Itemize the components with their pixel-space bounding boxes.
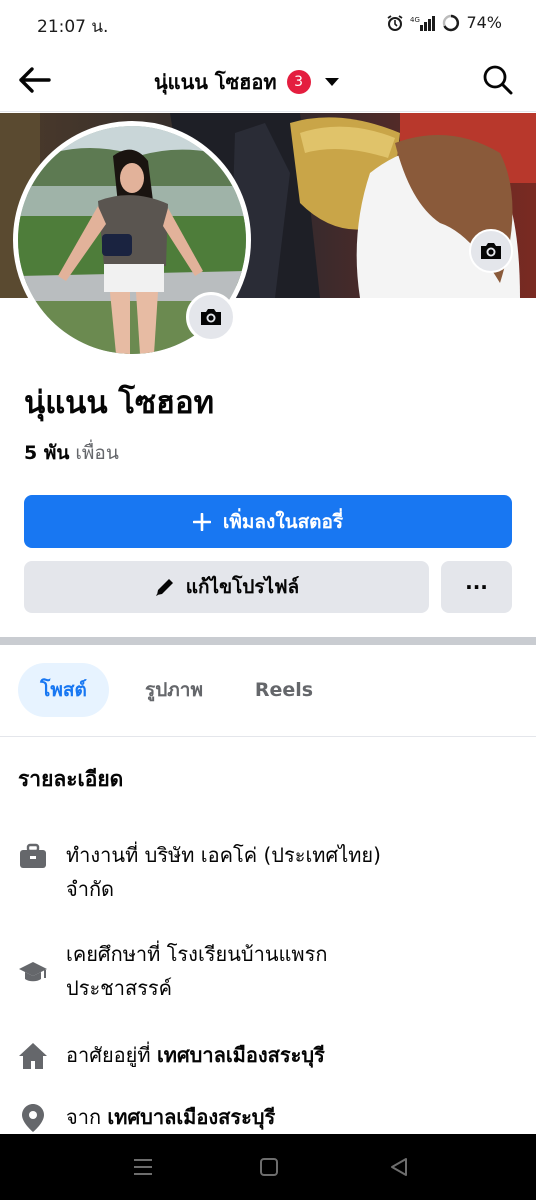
detail-education-line2: ประชาสรรค์	[66, 976, 173, 1000]
more-options-button[interactable]: ···	[441, 561, 512, 613]
profile-switcher[interactable]: นุ่แนน โซฮอท 3	[154, 66, 339, 98]
recent-apps-icon[interactable]	[130, 1154, 156, 1180]
detail-lives-in-text: อาศัยอยู่ที่ เทศบาลเมืองสระบุรี	[66, 1038, 325, 1072]
friends-label: เพื่อน	[75, 442, 119, 464]
top-app-bar: นุ่แนน โซฮอท 3	[0, 48, 536, 112]
add-to-story-button[interactable]: เพิ่มลงในสตอรี่	[24, 495, 512, 548]
alarm-icon	[386, 14, 404, 32]
search-icon	[483, 65, 513, 95]
detail-lives-prefix: อาศัยอยู่ที่	[66, 1043, 151, 1067]
battery-ring-icon	[442, 14, 460, 32]
detail-lives-place-link[interactable]: เทศบาลเมืองสระบุรี	[157, 1043, 325, 1067]
notification-badge: 3	[286, 70, 311, 94]
graduation-cap-icon	[19, 962, 47, 982]
detail-work-line1: ทำงานที่ บริษัท เอคโค่ (ประเทศไทย)	[66, 843, 381, 867]
status-bar: 21:07 น. 4G 74%	[0, 0, 536, 48]
camera-icon	[481, 243, 501, 259]
detail-lives-in: อาศัยอยู่ที่ เทศบาลเมืองสระบุรี	[18, 1038, 518, 1072]
header-title: นุ่แนน โซฮอท	[154, 70, 277, 94]
svg-text:4G: 4G	[410, 16, 420, 24]
chevron-down-icon	[324, 78, 339, 86]
tab-photos-label: รูปภาพ	[145, 679, 203, 701]
back-arrow-icon	[19, 67, 51, 93]
profile-name: นุ่แนน โซฮอท	[24, 385, 215, 421]
camera-icon	[201, 309, 221, 325]
detail-education: เคยศึกษาที่ โรงเรียนบ้านแพรก ประชาสรรค์	[18, 937, 518, 1005]
friends-count: 5 พัน	[24, 442, 70, 464]
detail-work: ทำงานที่ บริษัท เอคโค่ (ประเทศไทย) จำกัด	[18, 838, 518, 906]
edit-profile-button[interactable]: แก้ไขโปรไฟล์	[24, 561, 429, 613]
detail-from-prefix: จาก	[66, 1105, 102, 1129]
edit-profile-picture-button[interactable]	[186, 292, 236, 342]
plus-icon	[192, 512, 211, 531]
detail-work-text: ทำงานที่ บริษัท เอคโค่ (ประเทศไทย) จำกัด	[66, 838, 381, 906]
add-to-story-label: เพิ่มลงในสตอรี่	[222, 510, 344, 533]
back-triangle-icon[interactable]	[386, 1154, 412, 1180]
signal-icon: 4G	[410, 14, 436, 32]
detail-education-text: เคยศึกษาที่ โรงเรียนบ้านแพรก ประชาสรรค์	[66, 937, 327, 1005]
tab-photos[interactable]: รูปภาพ	[128, 663, 220, 717]
tab-reels[interactable]: Reels	[240, 663, 328, 717]
section-divider	[0, 637, 536, 645]
status-icons: 4G 74%	[386, 13, 502, 32]
detail-from-text: จาก เทศบาลเมืองสระบุรี	[66, 1100, 275, 1134]
search-button[interactable]	[482, 64, 514, 96]
home-icon	[19, 1043, 47, 1069]
home-button-icon[interactable]	[256, 1154, 282, 1180]
system-navigation-bar	[0, 1134, 536, 1200]
detail-from-place-link[interactable]: เทศบาลเมืองสระบุรี	[107, 1105, 275, 1129]
edit-cover-photo-button[interactable]	[469, 229, 513, 273]
tab-reels-label: Reels	[254, 679, 314, 701]
detail-work-line2: จำกัด	[66, 877, 115, 901]
briefcase-icon	[20, 843, 46, 868]
detail-from: จาก เทศบาลเมืองสระบุรี	[18, 1100, 518, 1134]
location-pin-icon	[22, 1104, 44, 1132]
friends-count-link[interactable]: 5 พัน เพื่อน	[24, 438, 119, 468]
status-time: 21:07 น.	[37, 17, 109, 37]
profile-tabs: โพสต์ รูปภาพ Reels	[0, 645, 536, 737]
battery-percent: 74%	[466, 13, 502, 32]
tab-posts[interactable]: โพสต์	[18, 663, 109, 717]
detail-education-line1: เคยศึกษาที่ โรงเรียนบ้านแพรก	[66, 942, 328, 966]
tab-posts-label: โพสต์	[40, 679, 87, 701]
more-options-label: ···	[465, 575, 488, 599]
back-button[interactable]	[14, 62, 54, 98]
details-heading: รายละเอียด	[18, 767, 124, 791]
edit-profile-label: แก้ไขโปรไฟล์	[185, 576, 300, 598]
pencil-icon	[155, 579, 173, 596]
